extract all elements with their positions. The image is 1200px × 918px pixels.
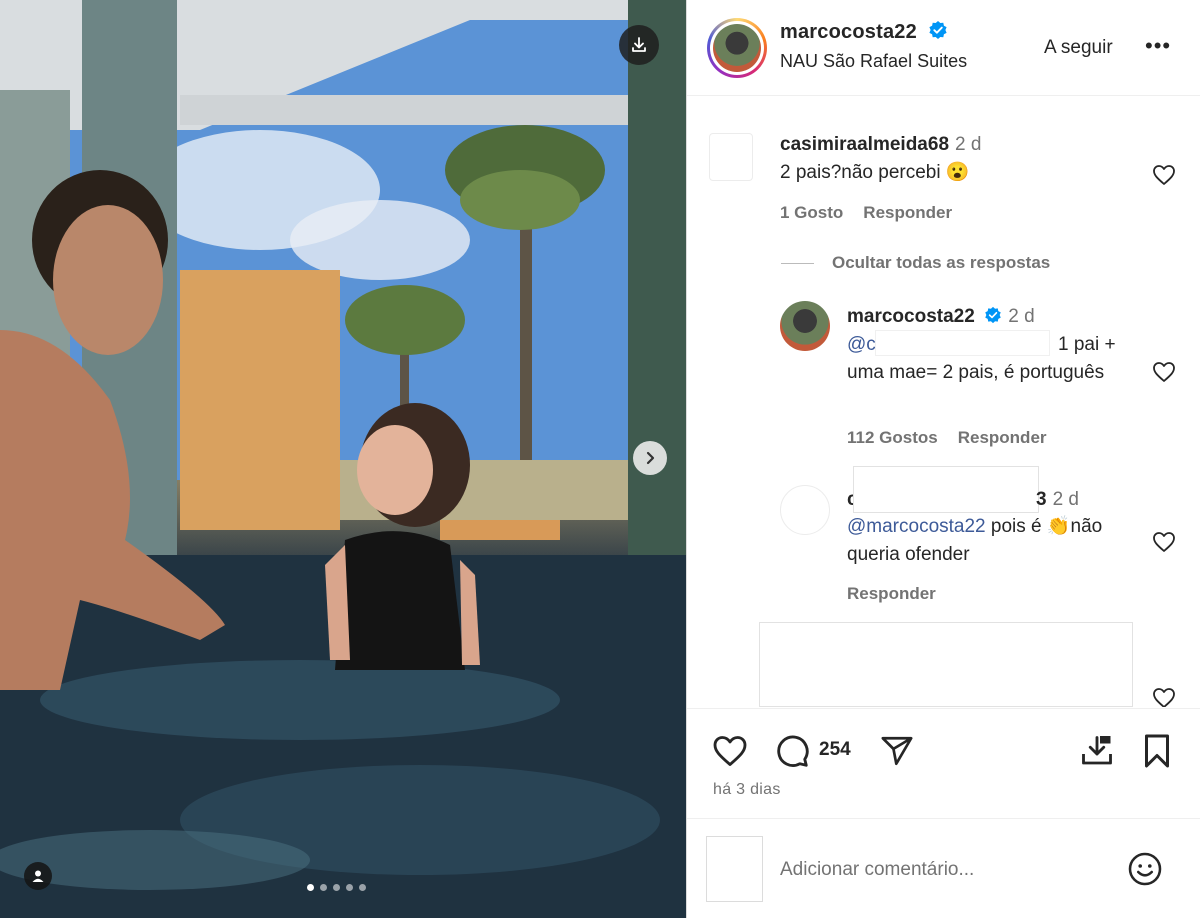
reply-header-tail: 3 2 d xyxy=(1036,489,1079,511)
post-sidebar: marcocosta22 NAU São Rafael Suites A seg… xyxy=(686,0,1200,918)
commenter-avatar[interactable] xyxy=(709,133,753,181)
carousel-dot xyxy=(346,884,353,891)
reply-author-avatar[interactable] xyxy=(780,301,830,351)
person-icon xyxy=(32,870,44,882)
verified-badge-icon xyxy=(985,306,1001,324)
reply-text: @marcocosta22 pois é 👏não queria ofender xyxy=(847,513,1147,569)
reply-button[interactable]: Responder xyxy=(958,428,1047,447)
reply-meta: 112 Gostos Responder xyxy=(847,428,1067,448)
author-avatar[interactable] xyxy=(707,18,767,78)
reply-text-line1: 1 pai + xyxy=(1058,334,1116,355)
more-options-button[interactable]: ••• xyxy=(1145,35,1171,57)
download-button[interactable] xyxy=(619,25,659,65)
reply-header: marcocosta22 2 d xyxy=(847,306,1035,328)
carousel-dot xyxy=(359,884,366,891)
author-username-text[interactable]: marcocosta22 xyxy=(780,21,917,43)
reply-button[interactable]: Responder xyxy=(863,203,952,222)
carousel-dot xyxy=(320,884,327,891)
emoji-icon[interactable] xyxy=(1127,851,1163,887)
reply-mention[interactable]: @marcocosta22 xyxy=(847,516,986,537)
carousel-dot xyxy=(307,884,314,891)
reply-username[interactable]: marcocosta22 xyxy=(847,306,975,327)
download-icon xyxy=(632,37,646,52)
reply-meta: Responder xyxy=(847,584,956,604)
post-header: marcocosta22 NAU São Rafael Suites A seg… xyxy=(687,0,1200,96)
bookmark-icon[interactable] xyxy=(1140,733,1174,769)
comment-username[interactable]: casimiraalmeida68 xyxy=(780,134,949,155)
save-download-icon[interactable] xyxy=(1079,733,1115,769)
comment-input[interactable] xyxy=(780,853,1110,887)
comment-header: casimiraalmeida68 2 d xyxy=(780,134,981,156)
tagged-users-button[interactable] xyxy=(24,862,52,890)
post-timestamp[interactable]: há 3 dias xyxy=(713,781,781,799)
reply-time[interactable]: 2 d xyxy=(1053,489,1079,510)
comment-time[interactable]: 2 d xyxy=(955,134,981,155)
send-icon[interactable] xyxy=(879,734,915,768)
heart-icon[interactable] xyxy=(1152,164,1176,186)
hide-replies-button[interactable]: Ocultar todas as respostas xyxy=(781,253,1050,273)
redaction-box xyxy=(875,330,1050,356)
reply-likes[interactable]: 112 Gostos xyxy=(847,428,938,447)
post-photo xyxy=(0,0,686,918)
next-slide-button[interactable] xyxy=(633,441,667,475)
redaction-box xyxy=(759,622,1133,707)
carousel-dot xyxy=(333,884,340,891)
hide-replies-label[interactable]: Ocultar todas as respostas xyxy=(832,253,1050,272)
author-username[interactable]: marcocosta22 xyxy=(780,20,948,44)
comment-meta: 1 Gosto Responder xyxy=(780,203,972,223)
verified-badge-icon xyxy=(929,21,947,39)
redaction-box xyxy=(853,466,1039,513)
post-location[interactable]: NAU São Rafael Suites xyxy=(780,51,967,72)
reply-button[interactable]: Responder xyxy=(847,584,936,603)
reply-text: uma mae= 2 pais, é português xyxy=(847,362,1105,383)
following-button[interactable]: A seguir xyxy=(1044,37,1113,59)
comment-icon[interactable] xyxy=(774,733,810,769)
reply-author-avatar[interactable] xyxy=(780,485,830,535)
comments-list[interactable]: casimiraalmeida68 2 d 2 pais?não percebi … xyxy=(687,97,1200,707)
heart-icon[interactable] xyxy=(1152,687,1176,707)
author-avatar-image xyxy=(713,24,761,72)
comment-composer xyxy=(687,818,1200,918)
heart-icon[interactable] xyxy=(1152,531,1176,553)
current-user-avatar xyxy=(706,836,763,902)
post-media[interactable] xyxy=(0,0,686,918)
comment-count: 254 xyxy=(819,739,851,760)
heart-icon[interactable] xyxy=(712,734,748,768)
heart-icon[interactable] xyxy=(1152,361,1176,383)
chevron-right-icon xyxy=(646,451,655,465)
carousel-indicator xyxy=(307,884,366,891)
comment-text: 2 pais?não percebi 😮 xyxy=(780,162,970,183)
reply-mention-line: @c xyxy=(847,331,876,359)
reply-username-end[interactable]: 3 xyxy=(1036,489,1047,510)
hide-replies-divider xyxy=(781,263,814,265)
comment-likes[interactable]: 1 Gosto xyxy=(780,203,843,222)
reply-mention[interactable]: @c xyxy=(847,334,876,355)
post-actions: 254 há 3 dias xyxy=(687,708,1200,818)
reply-time[interactable]: 2 d xyxy=(1008,306,1034,327)
